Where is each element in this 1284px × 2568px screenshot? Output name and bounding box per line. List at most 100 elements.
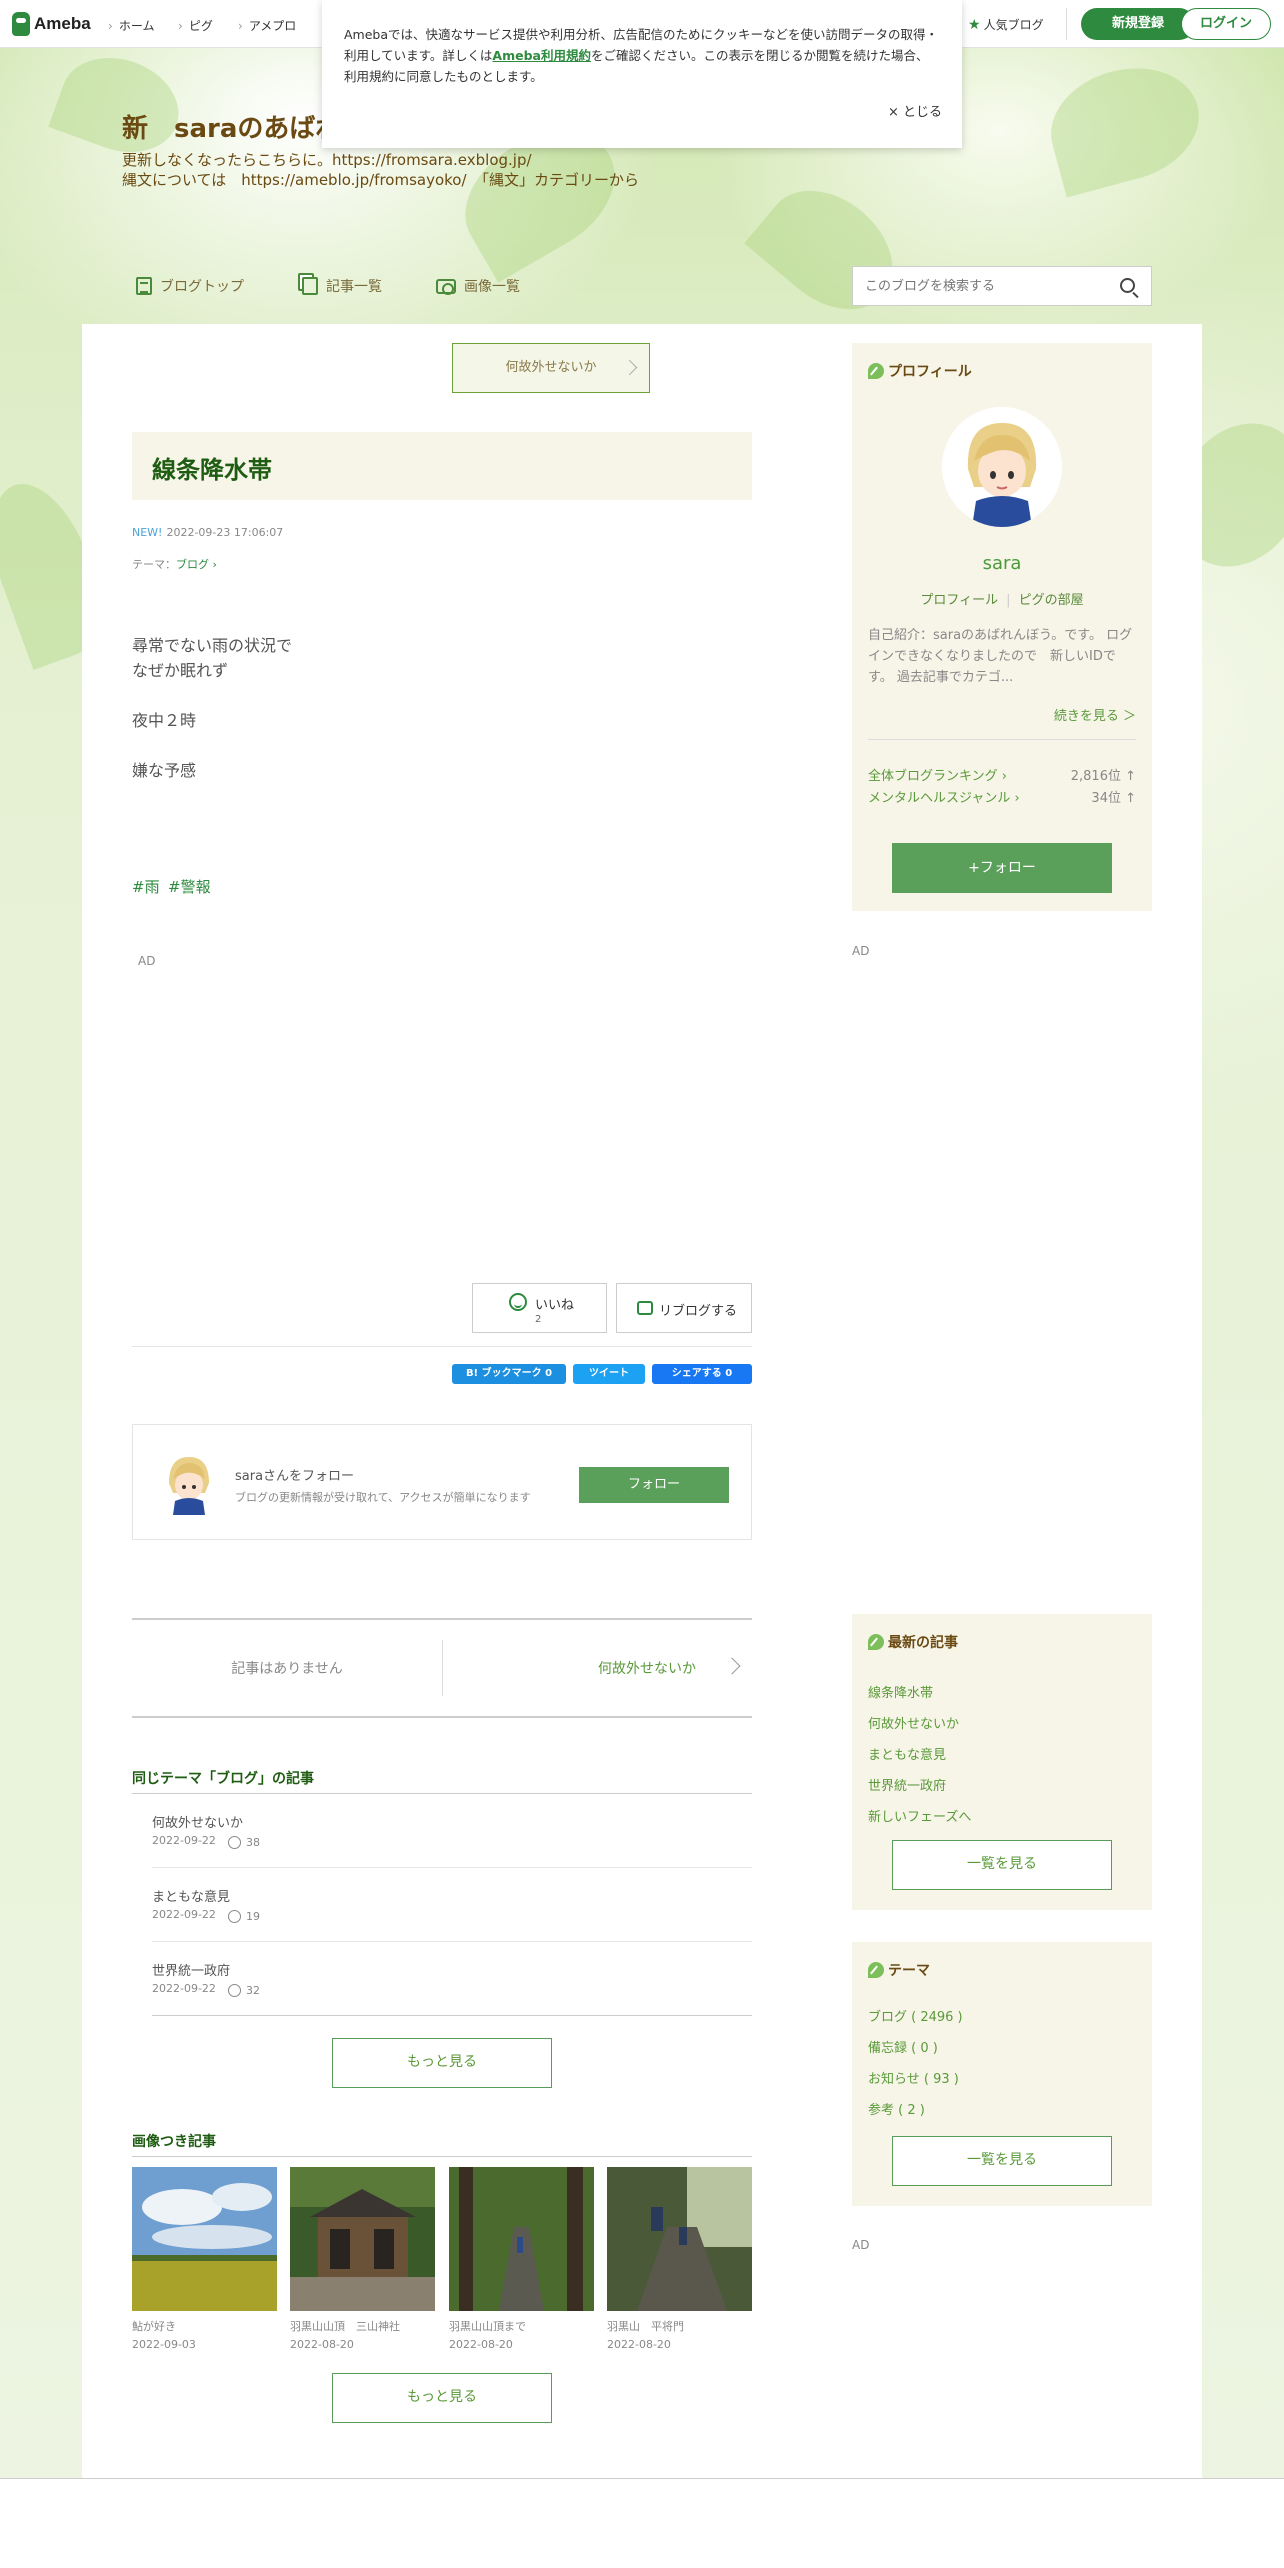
latest-article-link[interactable]: まともな意見 [868,1744,946,1763]
chevron-right-icon[interactable] [723,1657,741,1675]
article-body-line: 夜中２時 [132,711,197,730]
ranking-value: 34位 ↑ [1091,791,1136,806]
nav-image-list[interactable]: 画像一覧 [436,276,520,296]
search-input[interactable] [853,267,1093,305]
like-icon [228,1984,241,1997]
article-datetime: 2022-09-23 17:06:07 [166,526,284,539]
ranking-value: 2,816位 ↑ [1070,769,1136,784]
article-body-line: 尋常でない雨の状況で [132,636,293,655]
separator: | [1006,593,1011,608]
ameba-logo-icon [12,12,30,36]
ad-label: AD [852,944,870,958]
list-item[interactable]: 何故外せないか 2022-09-22 38 [152,1794,752,1868]
list-item[interactable]: まともな意見 2022-09-22 19 [152,1868,752,1942]
list-item-title[interactable]: 世界統一政府 [152,1960,230,1979]
profile-continue-link[interactable]: 続きを見る ＞ [1054,705,1136,724]
popular-blog-link[interactable]: ★ 人気ブログ [968,16,1044,33]
blog-search [852,266,1152,306]
blog-title[interactable]: 新 saraのあばれ [122,108,322,145]
pigg-room-link[interactable]: ピグの部屋 [1019,593,1084,608]
theme-link[interactable]: ブログ ( 2496 ) [868,2006,963,2025]
reblog-icon [637,1301,653,1315]
login-button[interactable]: ログイン [1181,8,1271,40]
logo-text: Ameba [34,14,91,33]
theme-link[interactable]: お知らせ ( 93 ) [868,2068,959,2087]
leaf-icon [868,363,884,379]
profile-name[interactable]: sara [852,553,1152,574]
hashtag-warning[interactable]: #警報 [168,876,211,897]
thumbnail-title[interactable]: 羽黒山 平将門 [607,2318,684,2334]
latest-heading: 最新の記事 [868,1632,958,1652]
theme-link[interactable]: 備忘録 ( 0 ) [868,2037,938,2056]
thumbnail-title[interactable]: 鮎が好き [132,2318,176,2334]
leaf-icon [868,1634,884,1650]
smile-icon [509,1293,527,1311]
follow-box: saraさんをフォロー ブログの更新情報が受け取れて、アクセスが簡単になります … [132,1424,752,1540]
latest-article-link[interactable]: 新しいフェーズへ [868,1806,971,1825]
article-date: NEW! 2022-09-23 17:06:07 [132,526,283,539]
nav-amepro[interactable]: アメプロ [238,17,296,34]
theme-link[interactable]: ブログ [176,558,209,571]
avatar[interactable] [155,1449,223,1517]
ranking-label: 全体ブログランキング [868,769,998,784]
nav-article-list[interactable]: 記事一覧 [302,276,382,296]
thumbnail-image[interactable] [449,2167,594,2311]
same-theme-more-button[interactable]: もっと見る [332,2038,552,2088]
themes-heading: テーマ [868,1960,930,1980]
list-item-title[interactable]: 何故外せないか [152,1812,243,1831]
latest-list-button[interactable]: 一覧を見る [892,1840,1112,1890]
thumbnail-title[interactable]: 羽黒山山頂まで [449,2318,526,2334]
like-icon [228,1910,241,1923]
list-item[interactable]: 世界統一政府 2022-09-22 32 [152,1942,752,2016]
tweet-button[interactable]: ツイート [573,1364,645,1384]
profile-card: プロフィール sara プロフィール | ピグの部屋 自己紹介：saraのあばれんぼ… [852,343,1152,911]
theme-link[interactable]: 参考 ( 2 ) [868,2099,925,2118]
divider [132,2156,752,2157]
profile-heading-label: プロフィール [888,364,972,380]
article-body-line: なぜか眠れず [132,661,229,680]
thumbnail-title[interactable]: 羽黒山山頂 三山神社 [290,2318,400,2334]
thumbnail-date: 2022-08-20 [449,2338,513,2351]
reblog-button[interactable]: リブログする [616,1283,752,1333]
profile-link[interactable]: プロフィール [920,593,998,608]
list-item-title[interactable]: まともな意見 [152,1886,230,1905]
popular-blog-label: 人気ブログ [983,18,1044,32]
thumbnail-image[interactable] [132,2167,277,2311]
latest-articles-card: 最新の記事 線条降水帯 何故外せないか まともな意見 世界統一政府 新しいフェー… [852,1614,1152,1910]
chevron-right-icon: › [209,558,217,571]
image-posts-more-button[interactable]: もっと見る [332,2373,552,2423]
article-title[interactable]: 線条降水帯 [152,450,272,485]
thumbnail-image[interactable] [607,2167,752,2311]
hashtag-rain[interactable]: #雨 [132,876,160,897]
themes-list-button[interactable]: 一覧を見る [892,2136,1112,2186]
next-article-top-button[interactable]: 何故外せないか [452,343,650,393]
latest-article-link[interactable]: 何故外せないか [868,1713,959,1732]
facebook-share-button[interactable]: シェアする 0 [652,1364,752,1384]
genre-ranking[interactable]: メンタルヘルスジャンル › 34位 ↑ [868,787,1136,806]
divider [132,1346,752,1347]
signup-button[interactable]: 新規登録 [1081,8,1195,40]
image-posts-heading: 画像つき記事 [132,2134,216,2150]
search-icon[interactable] [1120,278,1135,293]
latest-article-link[interactable]: 線条降水帯 [868,1682,933,1701]
latest-heading-label: 最新の記事 [888,1635,958,1651]
latest-article-link[interactable]: 世界統一政府 [868,1775,946,1794]
thumbnail-image[interactable] [290,2167,435,2311]
follow-button[interactable]: フォロー [579,1467,729,1503]
profile-avatar[interactable] [942,407,1062,527]
nav-blog-top[interactable]: ブログトップ [136,276,244,296]
hatena-bookmark-button[interactable]: B! ブックマーク 0 [452,1364,566,1384]
like-button[interactable]: いいね 2 [472,1283,607,1333]
list-item-likes: 32 [246,1984,260,1997]
terms-link[interactable]: Ameba利用規約 [492,48,591,63]
follow-title: saraさんをフォロー [235,1469,355,1484]
ameba-logo[interactable]: Ameba [12,12,91,36]
overall-ranking[interactable]: 全体ブログランキング › 2,816位 ↑ [868,765,1136,784]
cookie-close-button[interactable]: × とじる [888,102,942,123]
nav-pigg[interactable]: ピグ [178,17,213,34]
next-article-link[interactable]: 何故外せないか [598,1658,696,1678]
nav-home[interactable]: ホーム [108,17,155,34]
article-title-box: 線条降水帯 [132,432,752,500]
sidebar-follow-button[interactable]: +フォロー [892,843,1112,893]
profile-heading: プロフィール [868,361,972,381]
